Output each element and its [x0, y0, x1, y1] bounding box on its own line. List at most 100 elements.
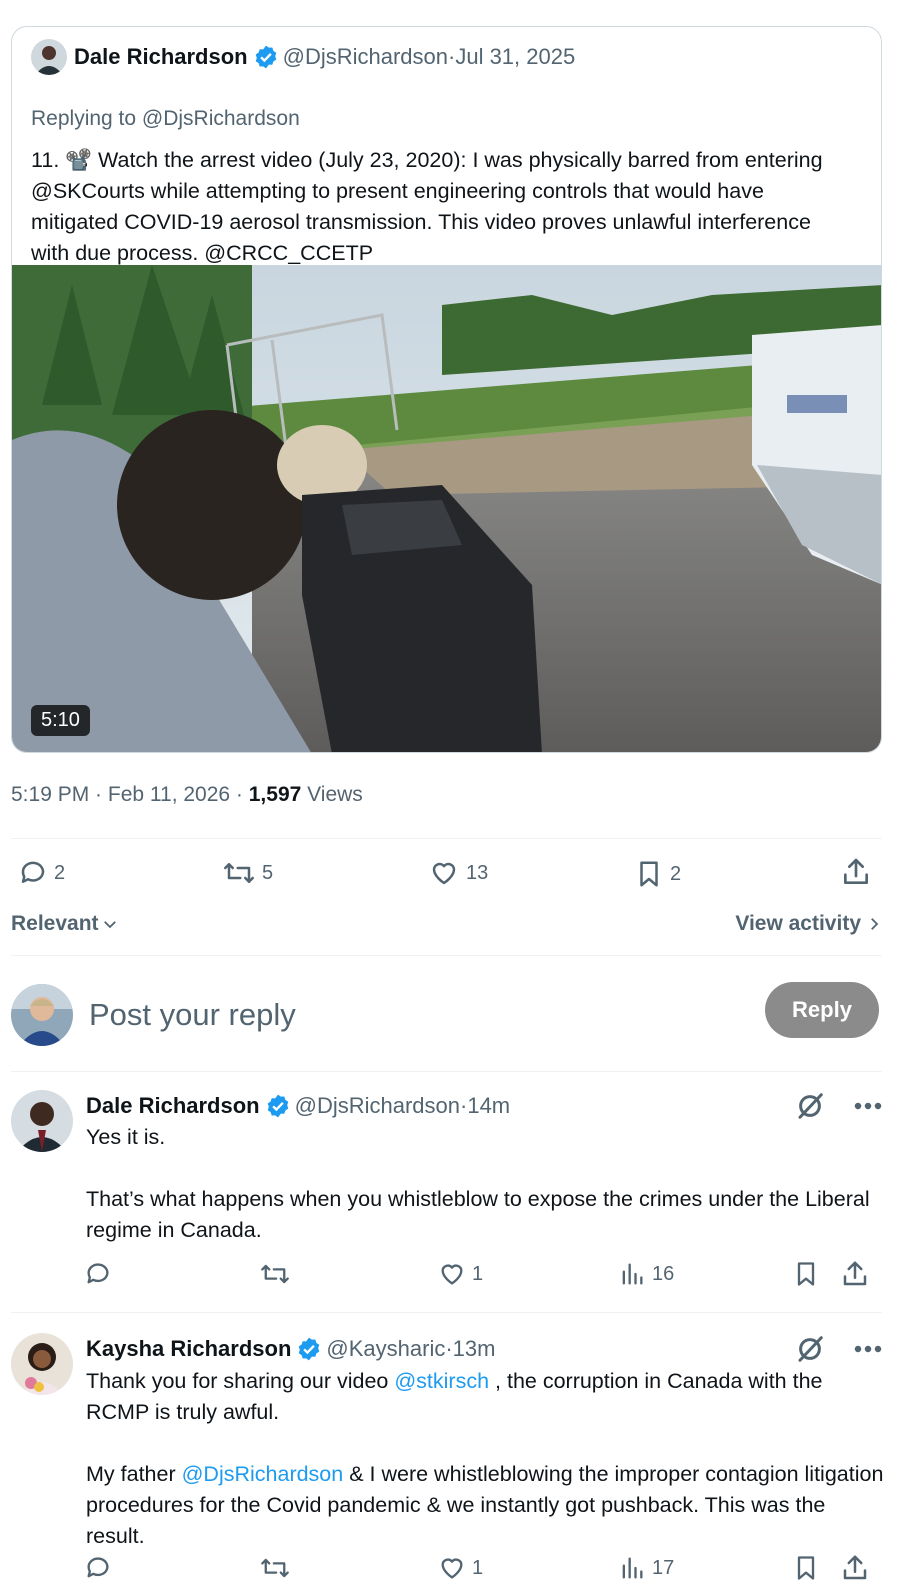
current-user-avatar[interactable] — [11, 984, 73, 1046]
text-run: Thank you for sharing our video — [86, 1369, 395, 1393]
repost-action-button[interactable] — [260, 1260, 290, 1288]
separator: · — [460, 1093, 468, 1118]
share-action-button[interactable] — [840, 1553, 870, 1583]
parent-tweet-card[interactable]: Dale Richardson @DjsRichardson · Jul 31,… — [11, 26, 882, 753]
reply-paragraph: That’s what happens when you whistleblow… — [86, 1187, 870, 1242]
parent-tweet-header: Dale Richardson @DjsRichardson · Jul 31,… — [31, 39, 575, 75]
verified-badge-icon — [255, 45, 276, 69]
reply-input[interactable] — [89, 994, 689, 1036]
divider — [11, 838, 882, 839]
text-run: My father — [86, 1462, 182, 1486]
video-duration: 5:10 — [31, 705, 90, 736]
repost-icon — [261, 1264, 289, 1284]
repost-icon — [261, 1558, 289, 1578]
author-handle[interactable]: @Kaysharic — [326, 1336, 445, 1362]
post-meta: 5:19 PM · Feb 11, 2026 · 1,597 Views — [11, 783, 363, 807]
reply-paragraph: Thank you for sharing our video @stkirsc… — [86, 1366, 886, 1428]
verified-badge-icon — [299, 1337, 320, 1361]
chevron-right-icon — [871, 918, 879, 930]
bookmark-icon — [640, 861, 658, 887]
reply-action-button[interactable] — [84, 1260, 112, 1288]
heart-icon — [441, 1264, 463, 1285]
views-count: 1,597 — [248, 783, 302, 806]
reply-submit-button[interactable]: Reply — [765, 982, 879, 1038]
grok-explain-icon[interactable] — [795, 1334, 825, 1369]
separator: · — [448, 44, 456, 69]
like-count: 1 — [472, 1556, 484, 1579]
reply-header: Kaysha Richardson @Kaysharic · 13m — [86, 1334, 495, 1364]
author-name[interactable]: Dale Richardson — [86, 1093, 260, 1119]
bookmark-count: 2 — [670, 862, 682, 885]
like-count: 13 — [466, 861, 489, 884]
heart-icon — [432, 862, 456, 885]
repost-action-button[interactable] — [260, 1554, 290, 1582]
sort-label: Relevant — [11, 912, 99, 935]
views-count: 16 — [652, 1262, 675, 1285]
separator: · — [445, 1336, 453, 1361]
repost-action-button[interactable]: 5 — [222, 858, 273, 888]
views-label: Views — [301, 783, 363, 806]
bookmark-action-button[interactable]: 2 — [634, 858, 681, 890]
divider — [11, 955, 882, 956]
reply-count: 2 — [54, 861, 66, 884]
repost-icon — [224, 863, 254, 883]
parent-tweet-text: 11. 📽️ Watch the arrest video (July 23, … — [31, 148, 823, 265]
avatar[interactable] — [31, 39, 67, 75]
avatar[interactable] — [11, 1333, 73, 1395]
avatar[interactable] — [11, 1090, 73, 1152]
chevron-down-icon — [103, 921, 116, 929]
views-count: 17 — [652, 1556, 675, 1579]
reply-sort-dropdown[interactable]: Relevant — [11, 912, 119, 936]
like-count: 1 — [472, 1262, 484, 1285]
reply-text: Thank you for sharing our video @stkirsc… — [86, 1366, 886, 1552]
more-options-icon[interactable] — [853, 1334, 883, 1369]
mention-link[interactable]: @stkirsch — [394, 1369, 489, 1393]
bookmark-action-button[interactable] — [792, 1553, 820, 1583]
divider — [11, 1312, 882, 1313]
view-activity-label: View activity — [735, 912, 861, 935]
reply-paragraph: Yes it is. — [86, 1125, 166, 1149]
more-options-icon[interactable] — [853, 1091, 883, 1126]
author-handle[interactable]: @DjsRichardson — [283, 44, 448, 70]
bookmark-icon — [797, 1262, 815, 1286]
reply-icon — [87, 1557, 109, 1578]
post-timestamp[interactable]: 5:19 PM · Feb 11, 2026 · — [11, 783, 249, 806]
share-icon — [844, 858, 868, 884]
share-action-button[interactable] — [840, 856, 872, 888]
view-activity-link[interactable]: View activity — [735, 912, 883, 936]
author-handle[interactable]: @DjsRichardson — [295, 1093, 460, 1119]
reply-icon — [21, 861, 45, 883]
share-icon — [843, 1261, 867, 1286]
divider — [11, 1071, 882, 1072]
reply-header: Dale Richardson @DjsRichardson · 14m — [86, 1091, 510, 1121]
video-thumbnail — [12, 265, 881, 752]
author-name[interactable]: Dale Richardson — [74, 44, 248, 70]
reply-text: Yes it is. That’s what happens when you … — [86, 1122, 886, 1246]
views-action-button[interactable]: 16 — [618, 1260, 674, 1288]
grok-explain-icon[interactable] — [795, 1091, 825, 1126]
verified-badge-icon — [267, 1094, 288, 1118]
like-action-button[interactable]: 1 — [438, 1554, 483, 1582]
reply-action-button[interactable] — [84, 1554, 112, 1582]
video-player[interactable]: 5:10 — [12, 265, 881, 752]
reply-icon — [87, 1263, 109, 1284]
like-action-button[interactable]: 1 — [438, 1260, 483, 1288]
like-action-button[interactable]: 13 — [428, 858, 488, 888]
share-action-button[interactable] — [840, 1259, 870, 1289]
post-time[interactable]: 13m — [453, 1336, 496, 1362]
views-action-button[interactable]: 17 — [618, 1554, 674, 1582]
repost-count: 5 — [262, 861, 274, 884]
share-icon — [843, 1555, 867, 1580]
author-name[interactable]: Kaysha Richardson — [86, 1336, 291, 1362]
mention-link[interactable]: @DjsRichardson — [182, 1462, 344, 1486]
analytics-icon — [622, 1557, 643, 1579]
replying-to: Replying to @DjsRichardson — [31, 107, 300, 130]
reply-paragraph: My father @DjsRichardson & I were whistl… — [86, 1459, 886, 1552]
post-time[interactable]: 14m — [467, 1093, 510, 1119]
bookmark-icon — [797, 1556, 815, 1580]
heart-icon — [441, 1558, 463, 1579]
reply-action-button[interactable]: 2 — [18, 858, 65, 888]
post-date[interactable]: Jul 31, 2025 — [455, 44, 575, 70]
analytics-icon — [622, 1263, 643, 1285]
bookmark-action-button[interactable] — [792, 1259, 820, 1289]
